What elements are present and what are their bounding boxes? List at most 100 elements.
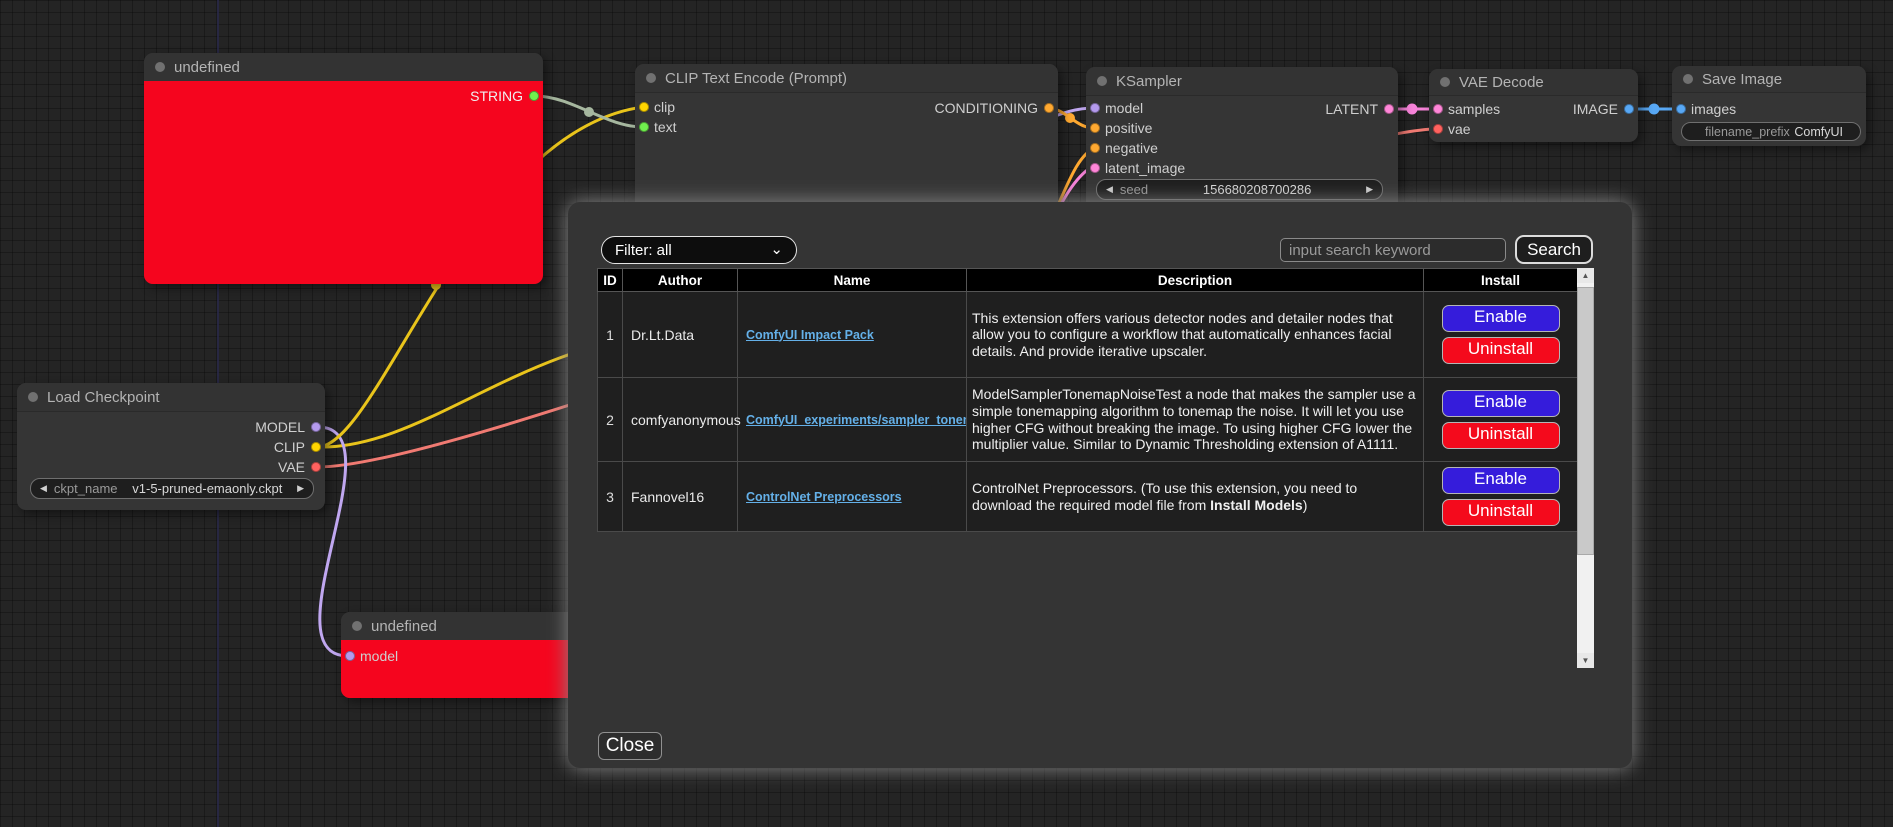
input-dot-images[interactable] <box>1676 104 1686 114</box>
node-title: VAE Decode <box>1459 74 1544 91</box>
input-dot-text[interactable] <box>639 122 649 132</box>
node-save-image[interactable]: Save Image images filename_prefix ComfyU… <box>1672 66 1866 146</box>
node-ksampler[interactable]: KSampler model positive negative latent_… <box>1086 67 1398 215</box>
cell-install: Enable Uninstall <box>1424 292 1578 378</box>
node-title: undefined <box>174 59 240 76</box>
search-input[interactable] <box>1280 238 1506 262</box>
table-scrollbar[interactable]: ▲ ▼ <box>1577 268 1594 668</box>
seed-widget[interactable]: ◀ seed 156680208700286 ▶ <box>1096 179 1383 200</box>
search-button[interactable]: Search <box>1515 235 1593 264</box>
node-header[interactable]: Load Checkpoint <box>17 383 325 412</box>
output-dot-conditioning[interactable] <box>1044 103 1054 113</box>
slot-label: latent_image <box>1105 158 1185 178</box>
cell-id: 1 <box>598 292 623 378</box>
collapse-dot-icon[interactable] <box>155 62 165 72</box>
slot-label: model <box>360 646 398 666</box>
slot-label: MODEL <box>255 417 305 437</box>
node-clip-text-encode[interactable]: CLIP Text Encode (Prompt) clip text COND… <box>635 64 1058 216</box>
input-slot-negative: negative <box>1086 138 1398 158</box>
stepper-right-icon[interactable]: ▶ <box>297 483 304 494</box>
output-slot-image: IMAGE <box>1429 99 1638 119</box>
collapse-dot-icon[interactable] <box>352 621 362 631</box>
extension-link[interactable]: ComfyUI_experiments/sampler_tonemap <box>746 413 967 427</box>
input-slot-text: text <box>635 117 1058 137</box>
input-slot-images: images <box>1672 99 1866 119</box>
slot-label: images <box>1691 99 1736 119</box>
extensions-table: ID Author Name Description Install 1 Dr.… <box>597 268 1578 532</box>
slot-label: STRING <box>470 86 523 106</box>
slot-label: VAE <box>278 457 305 477</box>
stepper-right-icon[interactable]: ▶ <box>1366 184 1373 195</box>
cell-id: 2 <box>598 378 623 462</box>
output-dot-vae[interactable] <box>311 462 321 472</box>
filter-select-label: Filter: all <box>615 242 672 259</box>
output-dot-clip[interactable] <box>311 442 321 452</box>
input-slot-positive: positive <box>1086 118 1398 138</box>
input-dot-positive[interactable] <box>1090 123 1100 133</box>
node-header[interactable]: VAE Decode <box>1429 69 1638 96</box>
output-dot-model[interactable] <box>311 422 321 432</box>
ckpt-name-widget[interactable]: ◀ ckpt_name v1-5-pruned-emaonly.ckpt ▶ <box>30 478 314 499</box>
collapse-dot-icon[interactable] <box>646 73 656 83</box>
uninstall-button[interactable]: Uninstall <box>1442 422 1560 449</box>
wire-midpoint-dot <box>584 107 594 117</box>
uninstall-button[interactable]: Uninstall <box>1442 337 1560 364</box>
widget-value[interactable]: ComfyUI <box>1790 125 1843 139</box>
widget-value[interactable]: v1-5-pruned-emaonly.ckpt <box>118 481 298 496</box>
collapse-dot-icon[interactable] <box>1440 77 1450 87</box>
output-dot-string[interactable] <box>529 91 539 101</box>
input-dot-model[interactable] <box>345 651 355 661</box>
filter-select[interactable]: Filter: all ⌄ <box>601 236 797 264</box>
comfyui-canvas[interactable]: undefined STRING CLIP Text Encode (Promp… <box>0 0 1893 827</box>
uninstall-button[interactable]: Uninstall <box>1442 499 1560 526</box>
widget-name: seed <box>1120 182 1148 197</box>
collapse-dot-icon[interactable] <box>28 392 38 402</box>
enable-button[interactable]: Enable <box>1442 467 1560 494</box>
cell-author: Dr.Lt.Data <box>623 292 738 378</box>
node-load-checkpoint[interactable]: Load Checkpoint MODEL CLIP VAE ◀ ckpt_na… <box>17 383 325 510</box>
filename-prefix-widget[interactable]: filename_prefix ComfyUI <box>1681 122 1861 141</box>
table-row: 2 comfyanonymous ComfyUI_experiments/sam… <box>598 378 1578 462</box>
scroll-up-icon[interactable]: ▲ <box>1577 268 1594 283</box>
input-dot-vae[interactable] <box>1433 124 1443 134</box>
node-vae-decode[interactable]: VAE Decode samples vae IMAGE <box>1429 69 1638 142</box>
cell-install: Enable Uninstall <box>1424 462 1578 532</box>
stepper-left-icon[interactable]: ◀ <box>40 483 47 494</box>
scroll-down-icon[interactable]: ▼ <box>1577 653 1594 668</box>
slot-label: CLIP <box>274 437 305 457</box>
cell-install: Enable Uninstall <box>1424 378 1578 462</box>
description-text: ) <box>1303 497 1308 513</box>
input-dot-negative[interactable] <box>1090 143 1100 153</box>
collapse-dot-icon[interactable] <box>1097 76 1107 86</box>
enable-button[interactable]: Enable <box>1442 305 1560 332</box>
output-dot-image[interactable] <box>1624 104 1634 114</box>
widget-value[interactable]: 156680208700286 <box>1148 182 1366 197</box>
output-slot-string: STRING <box>144 86 543 106</box>
slot-label: LATENT <box>1325 99 1378 119</box>
cell-description: ModelSamplerTonemapNoiseTest a node that… <box>967 378 1424 462</box>
stepper-left-icon[interactable]: ◀ <box>1106 184 1113 195</box>
cell-author: comfyanonymous <box>623 378 738 462</box>
table-row: 3 Fannovel16 ControlNet Preprocessors Co… <box>598 462 1578 532</box>
node-header[interactable]: KSampler <box>1086 67 1398 96</box>
extension-link[interactable]: ComfyUI Impact Pack <box>746 328 874 342</box>
node-title: Load Checkpoint <box>47 389 160 406</box>
node-header[interactable]: Save Image <box>1672 66 1866 93</box>
slot-label: IMAGE <box>1573 99 1618 119</box>
col-header-author: Author <box>623 269 738 292</box>
close-button[interactable]: Close <box>598 732 662 760</box>
output-slot-model: MODEL <box>17 417 325 437</box>
extension-link[interactable]: ControlNet Preprocessors <box>746 490 902 504</box>
scrollbar-thumb[interactable] <box>1577 287 1594 555</box>
cell-description: ControlNet Preprocessors. (To use this e… <box>967 462 1424 532</box>
collapse-dot-icon[interactable] <box>1683 74 1693 84</box>
input-dot-latent-image[interactable] <box>1090 163 1100 173</box>
enable-button[interactable]: Enable <box>1442 390 1560 417</box>
output-dot-latent[interactable] <box>1384 104 1394 114</box>
col-header-description: Description <box>967 269 1424 292</box>
node-header[interactable]: undefined <box>144 53 543 82</box>
output-slot-latent: LATENT <box>1086 99 1398 119</box>
slot-label: text <box>654 117 677 137</box>
node-header[interactable]: CLIP Text Encode (Prompt) <box>635 64 1058 93</box>
node-undefined-top[interactable]: undefined STRING <box>144 53 543 284</box>
